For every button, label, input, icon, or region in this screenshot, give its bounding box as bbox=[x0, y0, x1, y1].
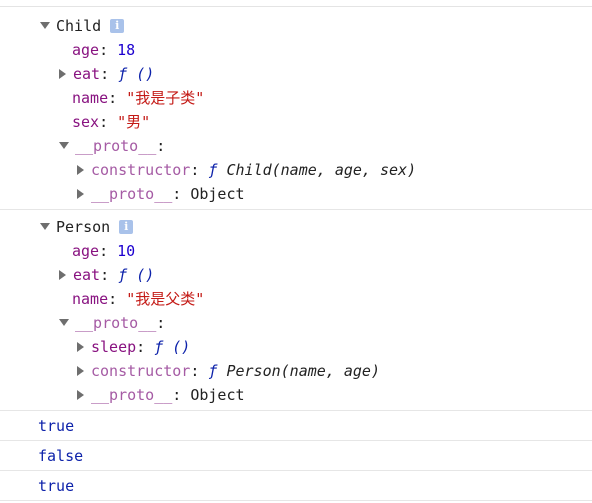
prop-age: age: 18 bbox=[72, 41, 136, 59]
prop-sex: sex: "男" bbox=[72, 113, 151, 131]
prop-key: eat bbox=[73, 266, 101, 284]
console-divider bbox=[0, 470, 592, 471]
console-result: true bbox=[38, 415, 74, 437]
prop-age: age: 10 bbox=[72, 242, 136, 260]
result-value: true bbox=[38, 417, 75, 435]
prop-key: name bbox=[72, 290, 109, 308]
prop-value: 18 bbox=[117, 41, 136, 59]
expand-triangle-icon[interactable] bbox=[40, 223, 50, 230]
child-object-header[interactable]: Child i bbox=[40, 15, 125, 37]
console-result: true bbox=[38, 475, 74, 497]
prop-key: name bbox=[72, 89, 109, 107]
prop-key: constructor bbox=[91, 362, 191, 380]
prop-key: __proto__ bbox=[91, 185, 173, 203]
info-icon[interactable]: i bbox=[119, 219, 134, 234]
result-value: false bbox=[38, 447, 84, 465]
function-glyph: ƒ bbox=[208, 362, 218, 380]
prop-value: Object bbox=[190, 185, 245, 203]
object-class-name: Person bbox=[56, 218, 111, 236]
function-glyph: ƒ bbox=[208, 161, 218, 179]
prop-proto[interactable]: __proto__: bbox=[59, 312, 165, 334]
prop-name: name: "我是子类" bbox=[72, 89, 205, 107]
prop-key: __proto__ bbox=[75, 137, 157, 155]
prop-key: __proto__ bbox=[91, 386, 173, 404]
console-divider bbox=[0, 410, 592, 411]
console-divider bbox=[0, 500, 592, 501]
prop-key: constructor bbox=[91, 161, 191, 179]
prop-value: ƒ () bbox=[118, 65, 155, 83]
prop-value: "男" bbox=[117, 113, 151, 131]
console-divider bbox=[0, 440, 592, 441]
proto-inner-proto[interactable]: __proto__: Object bbox=[77, 183, 245, 205]
prop-value: ƒ () bbox=[118, 266, 155, 284]
prop-value: Person(name, age) bbox=[226, 362, 380, 380]
collapse-triangle-icon[interactable] bbox=[77, 389, 84, 400]
prop-proto[interactable]: __proto__: bbox=[59, 135, 165, 157]
console-divider bbox=[0, 209, 592, 210]
prop-key: eat bbox=[73, 65, 101, 83]
console-result: false bbox=[38, 445, 83, 467]
prop-eat[interactable]: eat: ƒ () bbox=[59, 264, 154, 286]
prop-eat[interactable]: eat: ƒ () bbox=[59, 63, 154, 85]
prop-key: age bbox=[72, 41, 100, 59]
person-object-header[interactable]: Person i bbox=[40, 216, 134, 238]
prop-value: Object bbox=[190, 386, 245, 404]
prop-value: ƒ () bbox=[154, 338, 191, 356]
prop-name: name: "我是父类" bbox=[72, 290, 205, 308]
prop-key: sex bbox=[72, 113, 100, 131]
prop-key: __proto__ bbox=[75, 314, 157, 332]
top-divider bbox=[0, 6, 592, 7]
object-class-name: Child bbox=[56, 17, 102, 35]
collapse-triangle-icon[interactable] bbox=[77, 365, 84, 376]
prop-key: sleep bbox=[91, 338, 137, 356]
expand-triangle-icon[interactable] bbox=[40, 22, 50, 29]
prop-value: "我是子类" bbox=[126, 89, 205, 107]
expand-triangle-icon[interactable] bbox=[59, 142, 69, 149]
proto-sleep[interactable]: sleep: ƒ () bbox=[77, 336, 190, 358]
collapse-triangle-icon[interactable] bbox=[59, 68, 66, 79]
result-value: true bbox=[38, 477, 75, 495]
prop-value: 10 bbox=[117, 242, 136, 260]
prop-value: "我是父类" bbox=[126, 290, 205, 308]
expand-triangle-icon[interactable] bbox=[59, 319, 69, 326]
collapse-triangle-icon[interactable] bbox=[77, 164, 84, 175]
proto-constructor[interactable]: constructor: ƒ Child(name, age, sex) bbox=[77, 159, 416, 181]
prop-value: Child(name, age, sex) bbox=[226, 161, 417, 179]
proto-inner-proto[interactable]: __proto__: Object bbox=[77, 384, 245, 406]
prop-key: age bbox=[72, 242, 100, 260]
collapse-triangle-icon[interactable] bbox=[77, 188, 84, 199]
collapse-triangle-icon[interactable] bbox=[77, 341, 84, 352]
proto-constructor[interactable]: constructor: ƒ Person(name, age) bbox=[77, 360, 380, 382]
info-icon[interactable]: i bbox=[110, 18, 125, 33]
collapse-triangle-icon[interactable] bbox=[59, 269, 66, 280]
